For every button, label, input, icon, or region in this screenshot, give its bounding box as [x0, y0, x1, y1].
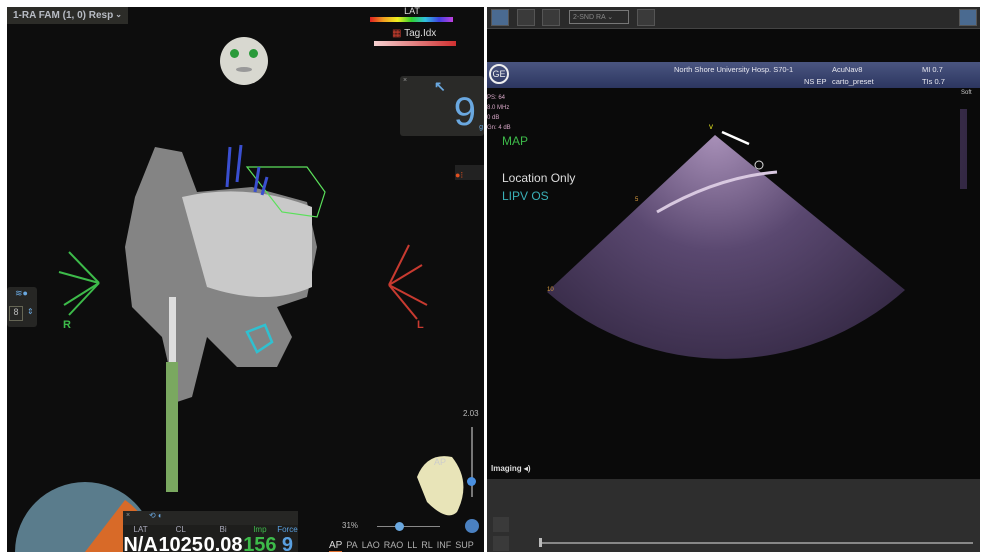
zoom-value: 2.03: [463, 409, 479, 418]
imaging-label-text: Imaging: [491, 464, 522, 473]
ultrasound-sector-image: v: [547, 109, 967, 359]
hand-icon: ≋●: [15, 288, 28, 298]
readout-header: Force: [277, 525, 298, 534]
readout-value: 0.08: [203, 534, 243, 552]
depth-mark: 5: [635, 197, 639, 203]
cine-loop-button[interactable]: [493, 536, 509, 551]
view-tab-inf[interactable]: INF: [437, 540, 452, 550]
view-tab-lao[interactable]: LAO: [362, 540, 380, 550]
side-widget-value[interactable]: 8: [9, 306, 23, 321]
readout-force: Force 9: [277, 525, 297, 552]
opacity-slider-handle[interactable]: [395, 522, 404, 531]
readout-cl: CL 1025: [158, 525, 203, 552]
carto-3d-map-panel: 1-RA FAM (1, 0) Resp ⌄ LAT ▦ Tag.Idx × ↖ …: [7, 7, 484, 552]
cine-measure-button[interactable]: [493, 517, 509, 532]
cine-scrubber[interactable]: [540, 542, 973, 544]
view-tab-ll[interactable]: LL: [407, 540, 417, 550]
marker-v-icon: v: [709, 122, 713, 131]
view-tab-pa[interactable]: PA: [346, 540, 357, 550]
sector: [547, 135, 905, 359]
zoom-percent: 31%: [342, 521, 359, 530]
readout-header: LAT: [133, 525, 148, 534]
target-circle-icon: [754, 160, 764, 170]
imaging-label: Imaging ◂): [491, 464, 531, 473]
catheter-echo: [721, 130, 750, 146]
view-tab-sup[interactable]: SUP: [455, 540, 474, 550]
view-label: AP: [434, 457, 447, 467]
readout-imp: Imp 156: [243, 525, 276, 552]
readout-header: Imp: [253, 525, 267, 534]
cine-panel: [487, 479, 980, 552]
gray-map-bar: [960, 109, 967, 189]
zoom-slider-handle[interactable]: [467, 477, 476, 486]
right-label: R: [63, 319, 71, 331]
catheter-readout-panel: × ⟲ ◐ LAT N/A CL 1025 Bi 0.08 Imp 156 Force 9: [123, 511, 298, 552]
view-tab-ap[interactable]: AP: [329, 540, 343, 552]
loop-icon[interactable]: ⟲ ◐: [149, 511, 163, 520]
sheath-catheter: [166, 362, 178, 492]
depth-mark: 10: [547, 287, 554, 293]
readout-bi: Bi 0.08: [204, 525, 243, 552]
speaker-icon: ◂): [523, 464, 531, 473]
opacity-slider[interactable]: [377, 526, 440, 527]
stepper-icon[interactable]: ⇕: [27, 307, 34, 316]
gray-map-label: Soft: [961, 90, 972, 96]
view-tab-rao[interactable]: RAO: [384, 540, 404, 550]
view-tabs: AP PA LAO RAO LL RL INF SUP: [329, 538, 474, 552]
readout-header: Bi: [219, 525, 227, 534]
readout-value: N/A: [123, 534, 158, 552]
readout-value: 1025: [158, 534, 203, 552]
readout-lat: LAT N/A: [123, 525, 157, 552]
left-label: L: [417, 319, 424, 331]
readout-value: 9: [281, 534, 293, 552]
ultrasound-panel: 2-SND RA ⌄ GE North Shore University Hos…: [487, 7, 980, 552]
heart-3d-model[interactable]: [7, 7, 484, 552]
zoom-slider[interactable]: [471, 427, 473, 497]
right-orientation-arrow: [58, 251, 100, 316]
rotate-view-button[interactable]: [465, 519, 479, 533]
left-orientation-arrow: [388, 244, 428, 320]
side-widget[interactable]: ≋● 8 ⇕: [7, 287, 37, 327]
close-icon[interactable]: ×: [126, 512, 130, 519]
cine-scrubber-handle[interactable]: [539, 538, 542, 547]
readout-header: CL: [175, 525, 186, 534]
readout-value: 156: [243, 534, 277, 552]
view-tab-rl[interactable]: RL: [421, 540, 433, 550]
ablation-catheter: [169, 297, 176, 362]
